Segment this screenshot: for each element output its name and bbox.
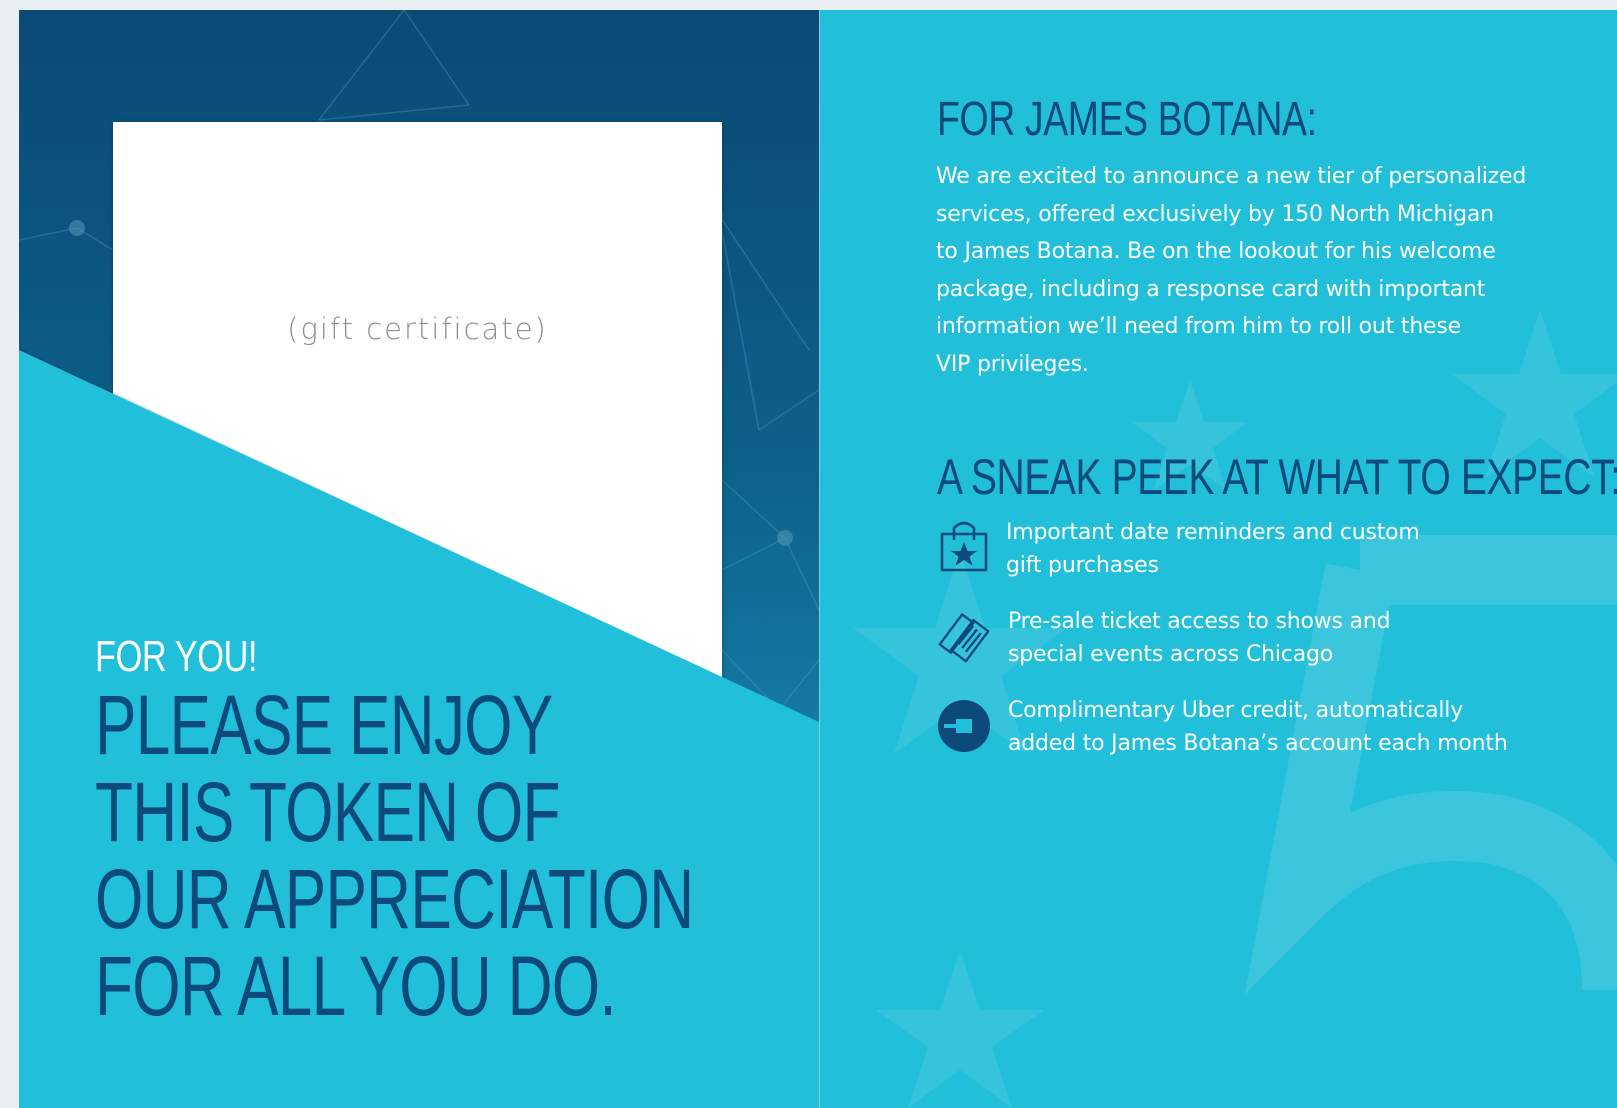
benefit-line: gift purchases bbox=[1006, 553, 1159, 578]
intro-line: services, offered exclusively by 150 Nor… bbox=[936, 201, 1494, 227]
headline-line: PLEASE ENJOY bbox=[95, 678, 553, 772]
greeting-card: (gift certificate) FOR YOU! PLEASE ENJOY… bbox=[19, 10, 1617, 1108]
uber-icon bbox=[938, 700, 990, 752]
sneak-peek-heading: A SNEAK PEEK AT WHAT TO EXPECT: bbox=[937, 449, 1617, 505]
headline-line: OUR APPRECIATION bbox=[95, 852, 694, 946]
shopping-bag-star-icon bbox=[940, 521, 988, 572]
benefit-line: special events across Chicago bbox=[1008, 642, 1334, 667]
right-panel: FOR JAMES BOTANA: We are excited to anno… bbox=[820, 10, 1617, 1108]
intro-line: to James Botana. Be on the lookout for h… bbox=[936, 239, 1496, 264]
benefit-text: Pre-sale ticket access to shows and spec… bbox=[1008, 605, 1391, 671]
benefit-line: Pre-sale ticket access to shows and bbox=[1008, 609, 1391, 634]
intro-line: package, including a response card with … bbox=[936, 276, 1486, 302]
recipient-heading: FOR JAMES BOTANA: bbox=[937, 93, 1317, 146]
intro-line: VIP privileges. bbox=[936, 351, 1089, 377]
appreciation-headline: PLEASE ENJOY THIS TOKEN OF OUR APPRECIAT… bbox=[95, 678, 694, 1033]
headline-line: THIS TOKEN OF bbox=[95, 765, 560, 859]
benefit-text: Complimentary Uber credit, automatically… bbox=[1008, 694, 1508, 760]
intro-line: information we’ll need from him to roll … bbox=[936, 314, 1461, 339]
headline-line: FOR ALL YOU DO. bbox=[95, 939, 617, 1033]
intro-paragraph: We are excited to announce a new tier of… bbox=[936, 158, 1556, 383]
benefit-line: Important date reminders and custom bbox=[1006, 520, 1420, 545]
benefit-text: Important date reminders and custom gift… bbox=[1006, 516, 1420, 582]
benefit-line: Complimentary Uber credit, automatically bbox=[1008, 698, 1464, 723]
intro-line: We are excited to announce a new tier of… bbox=[936, 164, 1527, 189]
for-you-heading: FOR YOU! bbox=[95, 632, 258, 681]
tickets-icon bbox=[938, 613, 990, 663]
benefit-line: added to James Botana’s account each mon… bbox=[1008, 731, 1508, 756]
left-panel: (gift certificate) FOR YOU! PLEASE ENJOY… bbox=[19, 10, 819, 1108]
